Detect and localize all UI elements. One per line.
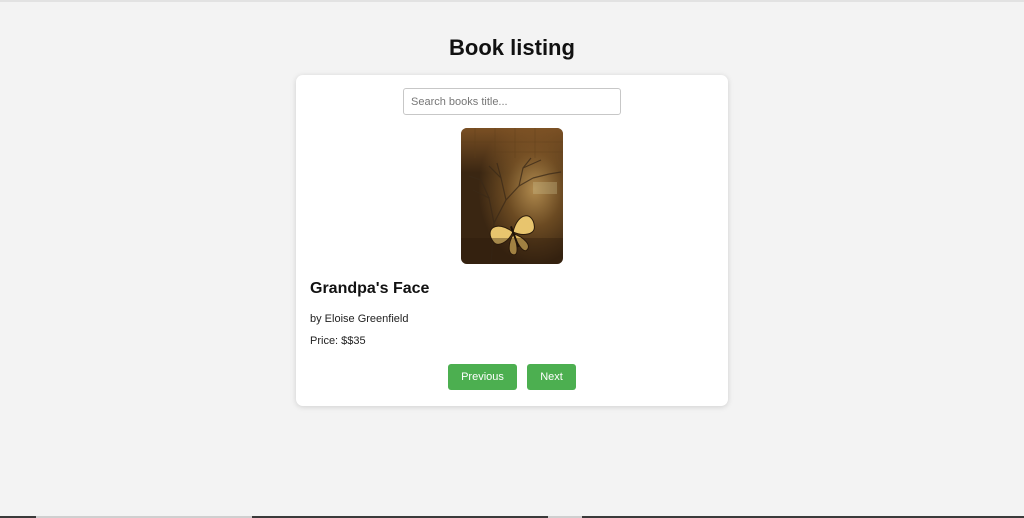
next-button[interactable]: Next xyxy=(527,364,576,390)
book-author: by Eloise Greenfield xyxy=(310,313,409,325)
book-cover-image xyxy=(461,128,563,264)
top-border xyxy=(0,0,1024,2)
page-title: Book listing xyxy=(449,35,575,60)
book-card: Grandpa's Face by Eloise Greenfield Pric… xyxy=(296,75,728,406)
previous-button[interactable]: Previous xyxy=(448,364,517,390)
search-input[interactable] xyxy=(403,88,621,115)
book-title: Grandpa's Face xyxy=(310,280,430,297)
book-price: Price: $$35 xyxy=(310,335,366,347)
